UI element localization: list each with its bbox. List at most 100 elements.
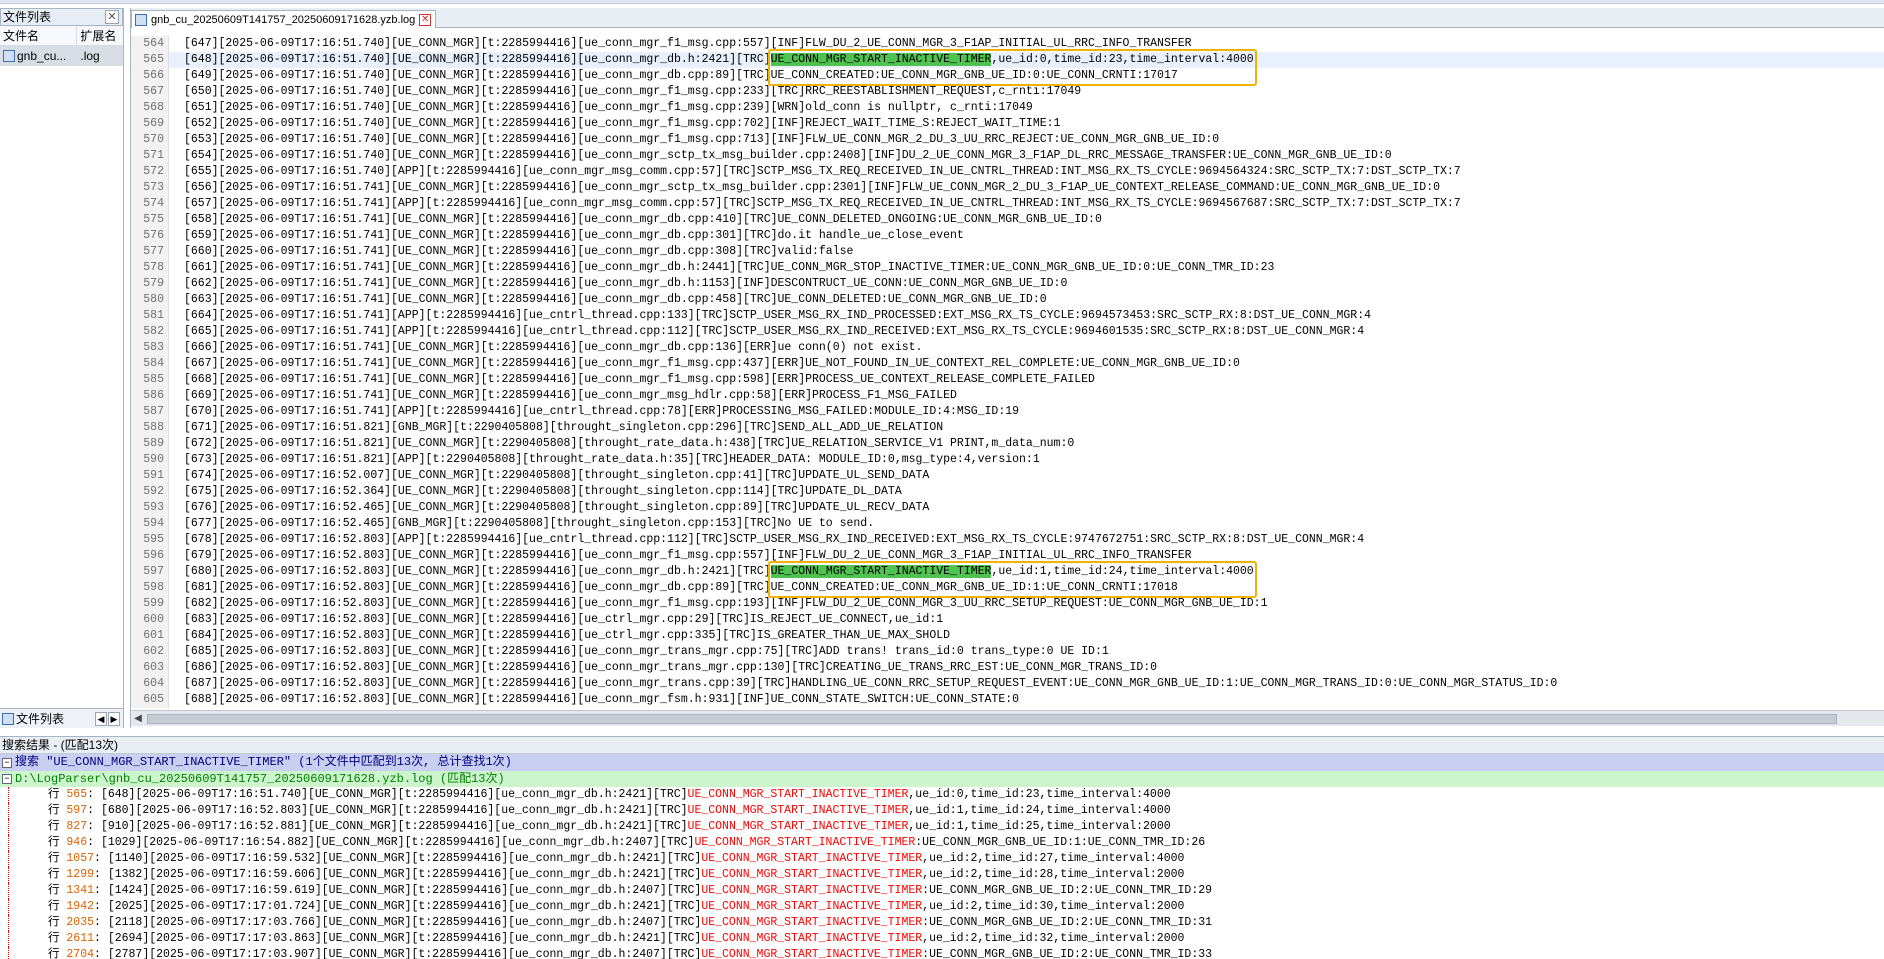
result-text-pre: [910][2025-06-09T17:16:52.881][UE_CONN_M… xyxy=(100,820,688,833)
code-line[interactable]: 585 [668][2025-06-09T17:16:51.741][UE_CON… xyxy=(131,372,1884,388)
search-query-line[interactable]: − 搜索 "UE_CONN_MGR_START_INACTIVE_TIMER" … xyxy=(0,754,1884,771)
code-line[interactable]: 605 [688][2025-06-09T17:16:52.803][UE_CON… xyxy=(131,692,1884,708)
search-result-row[interactable]: 行 1299: [1382][2025-06-09T17:16:59.606][… xyxy=(0,867,1884,883)
code-line[interactable]: 572 [655][2025-06-09T17:16:51.740][APP][t… xyxy=(131,164,1884,180)
line-text: [660][2025-06-09T17:16:51.741][UE_CONN_M… xyxy=(169,244,853,260)
line-number: 568 xyxy=(131,100,169,116)
line-number: 571 xyxy=(131,148,169,164)
line-text: [671][2025-06-09T17:16:51.821][GNB_MGR][… xyxy=(169,420,943,436)
search-result-row[interactable]: 行 565: [648][2025-06-09T17:16:51.740][UE… xyxy=(0,787,1884,803)
scroll-left-icon[interactable]: ◀ xyxy=(95,711,107,726)
code-line[interactable]: 574 [657][2025-06-09T17:16:51.741][APP][t… xyxy=(131,196,1884,212)
tree-connector xyxy=(8,915,9,931)
code-line[interactable]: 602 [685][2025-06-09T17:16:52.803][UE_CON… xyxy=(131,644,1884,660)
code-line[interactable]: 588 [671][2025-06-09T17:16:51.821][GNB_MG… xyxy=(131,420,1884,436)
result-line-number: 2704 xyxy=(66,948,95,959)
code-line[interactable]: 578 [661][2025-06-09T17:16:51.741][UE_CON… xyxy=(131,260,1884,276)
code-line[interactable]: 600 [683][2025-06-09T17:16:52.803][UE_CON… xyxy=(131,612,1884,628)
row-prefix: 行 xyxy=(48,836,60,849)
code-line[interactable]: 580 [663][2025-06-09T17:16:51.741][UE_CON… xyxy=(131,292,1884,308)
file-list-item[interactable]: gnb_cu... .log xyxy=(0,46,123,66)
search-result-row[interactable]: 行 2035: [2118][2025-06-09T17:17:03.766][… xyxy=(0,915,1884,931)
search-file-line[interactable]: − D:\LogParser\gnb_cu_20250609T141757_20… xyxy=(0,771,1884,787)
search-result-row[interactable]: 行 2704: [2787][2025-06-09T17:17:03.907][… xyxy=(0,947,1884,959)
collapse-icon[interactable]: − xyxy=(2,757,12,768)
tab-log-file[interactable]: gnb_cu_20250609T141757_20250609171628.yz… xyxy=(131,10,437,28)
search-result-row[interactable]: 行 827: [910][2025-06-09T17:16:52.881][UE… xyxy=(0,819,1884,835)
code-line[interactable]: 594 [677][2025-06-09T17:16:52.465][GNB_MG… xyxy=(131,516,1884,532)
result-hit: UE_CONN_MGR_START_INACTIVE_TIMER xyxy=(687,804,909,817)
code-line[interactable]: 591 [674][2025-06-09T17:16:52.007][UE_CON… xyxy=(131,468,1884,484)
line-text: [684][2025-06-09T17:16:52.803][UE_CONN_M… xyxy=(169,628,950,644)
code-view[interactable]: 564 [647][2025-06-09T17:16:51.740][UE_CON… xyxy=(131,36,1884,710)
code-line[interactable]: 592 [675][2025-06-09T17:16:52.364][UE_CON… xyxy=(131,484,1884,500)
code-line[interactable]: 587 [670][2025-06-09T17:16:51.741][APP][t… xyxy=(131,404,1884,420)
line-number: 578 xyxy=(131,260,169,276)
notepad-window: 文件列表 ✕ 文件名 扩展名 gnb_cu... .log 文件列表 ◀ ▶ g… xyxy=(0,0,1884,959)
file-list-bottom-tab[interactable]: 文件列表 ◀ ▶ xyxy=(0,708,123,728)
line-text: [674][2025-06-09T17:16:52.007][UE_CONN_M… xyxy=(169,468,929,484)
code-line[interactable]: 603 [686][2025-06-09T17:16:52.803][UE_CON… xyxy=(131,660,1884,676)
code-line[interactable]: 568 [651][2025-06-09T17:16:51.740][UE_CON… xyxy=(131,100,1884,116)
close-icon[interactable]: ✕ xyxy=(105,10,119,24)
editor-pane: gnb_cu_20250609T141757_20250609171628.yz… xyxy=(130,8,1884,728)
row-prefix: 行 xyxy=(48,948,60,959)
line-text: [686][2025-06-09T17:16:52.803][UE_CONN_M… xyxy=(169,660,1157,676)
file-list-tab-label: 文件列表 xyxy=(16,712,65,726)
code-line[interactable]: 593 [676][2025-06-09T17:16:52.465][UE_CON… xyxy=(131,500,1884,516)
scroll-right-icon[interactable]: ▶ xyxy=(108,711,120,726)
line-text: [656][2025-06-09T17:16:51.741][UE_CONN_M… xyxy=(169,180,1440,196)
code-line[interactable]: 571 [654][2025-06-09T17:16:51.740][UE_CON… xyxy=(131,148,1884,164)
code-line[interactable]: 581 [664][2025-06-09T17:16:51.741][APP][t… xyxy=(131,308,1884,324)
file-list-tab-label-wrap: 文件列表 xyxy=(0,710,64,727)
result-hit: UE_CONN_MGR_START_INACTIVE_TIMER xyxy=(701,900,923,913)
line-number: 585 xyxy=(131,372,169,388)
code-line[interactable]: 576 [659][2025-06-09T17:16:51.741][UE_CON… xyxy=(131,228,1884,244)
code-line[interactable]: 579 [662][2025-06-09T17:16:51.741][UE_CON… xyxy=(131,276,1884,292)
collapse-icon[interactable]: − xyxy=(2,774,12,784)
code-line[interactable]: 589 [672][2025-06-09T17:16:51.821][UE_CON… xyxy=(131,436,1884,452)
code-line[interactable]: 569 [652][2025-06-09T17:16:51.740][UE_CON… xyxy=(131,116,1884,132)
code-line[interactable]: 599 [682][2025-06-09T17:16:52.803][UE_CON… xyxy=(131,596,1884,612)
tree-connector xyxy=(8,835,9,851)
search-result-row[interactable]: 行 1341: [1424][2025-06-09T17:16:59.619][… xyxy=(0,883,1884,899)
horizontal-scrollbar[interactable]: ◀ xyxy=(131,710,1884,726)
code-line[interactable]: 583 [666][2025-06-09T17:16:51.741][UE_CON… xyxy=(131,340,1884,356)
line-text-main: [680][2025-06-09T17:16:52.803][UE_CONN_M… xyxy=(184,565,771,578)
code-line[interactable]: 590 [673][2025-06-09T17:16:51.821][APP][t… xyxy=(131,452,1884,468)
code-line[interactable]: 573 [656][2025-06-09T17:16:51.741][UE_CON… xyxy=(131,180,1884,196)
close-tab-icon[interactable]: ✕ xyxy=(419,13,432,26)
file-ext: .log xyxy=(80,49,100,63)
code-line[interactable]: 567 [650][2025-06-09T17:16:51.740][UE_CON… xyxy=(131,84,1884,100)
file-list-columns: 文件名 扩展名 xyxy=(0,26,123,46)
search-result-row[interactable]: 行 946: [1029][2025-06-09T17:16:54.882][U… xyxy=(0,835,1884,851)
line-number: 597 xyxy=(131,564,169,580)
line-number: 592 xyxy=(131,484,169,500)
code-line[interactable]: 570 [653][2025-06-09T17:16:51.740][UE_CON… xyxy=(131,132,1884,148)
line-text: [685][2025-06-09T17:16:52.803][UE_CONN_M… xyxy=(169,644,1109,660)
search-result-row[interactable]: 行 2611: [2694][2025-06-09T17:17:03.863][… xyxy=(0,931,1884,947)
code-line[interactable]: 584 [667][2025-06-09T17:16:51.741][UE_CON… xyxy=(131,356,1884,372)
line-number: 604 xyxy=(131,676,169,692)
search-result-row[interactable]: 行 1057: [1140][2025-06-09T17:16:59.532][… xyxy=(0,851,1884,867)
column-extension[interactable]: 扩展名 xyxy=(77,26,123,45)
line-text-main: [658][2025-06-09T17:16:51.741][UE_CONN_M… xyxy=(184,213,1102,226)
column-file-name[interactable]: 文件名 xyxy=(0,26,78,45)
scrollbar-thumb[interactable] xyxy=(147,713,1837,724)
code-line[interactable]: 575 [658][2025-06-09T17:16:51.741][UE_CON… xyxy=(131,212,1884,228)
search-result-row[interactable]: 行 1942: [2025][2025-06-09T17:17:01.724][… xyxy=(0,899,1884,915)
code-line[interactable]: 582 [665][2025-06-09T17:16:51.741][APP][t… xyxy=(131,324,1884,340)
code-line[interactable]: 604 [687][2025-06-09T17:16:52.803][UE_CON… xyxy=(131,676,1884,692)
result-text-post: ,ue_id:2,time_id:30,time_interval:2000 xyxy=(922,900,1185,913)
scroll-left-icon[interactable]: ◀ xyxy=(131,712,145,726)
result-hit: UE_CONN_MGR_START_INACTIVE_TIMER xyxy=(694,836,916,849)
result-line-number: 597 xyxy=(66,804,88,817)
line-number: 602 xyxy=(131,644,169,660)
code-line[interactable]: 577 [660][2025-06-09T17:16:51.741][UE_CON… xyxy=(131,244,1884,260)
search-result-row[interactable]: 行 597: [680][2025-06-09T17:16:52.803][UE… xyxy=(0,803,1884,819)
line-text: [669][2025-06-09T17:16:51.741][UE_CONN_M… xyxy=(169,388,957,404)
code-line[interactable]: 595 [678][2025-06-09T17:16:52.803][APP][t… xyxy=(131,532,1884,548)
code-line[interactable]: 601 [684][2025-06-09T17:16:52.803][UE_CON… xyxy=(131,628,1884,644)
code-line[interactable]: 586 [669][2025-06-09T17:16:51.741][UE_CON… xyxy=(131,388,1884,404)
line-text: [662][2025-06-09T17:16:51.741][UE_CONN_M… xyxy=(169,276,1067,292)
